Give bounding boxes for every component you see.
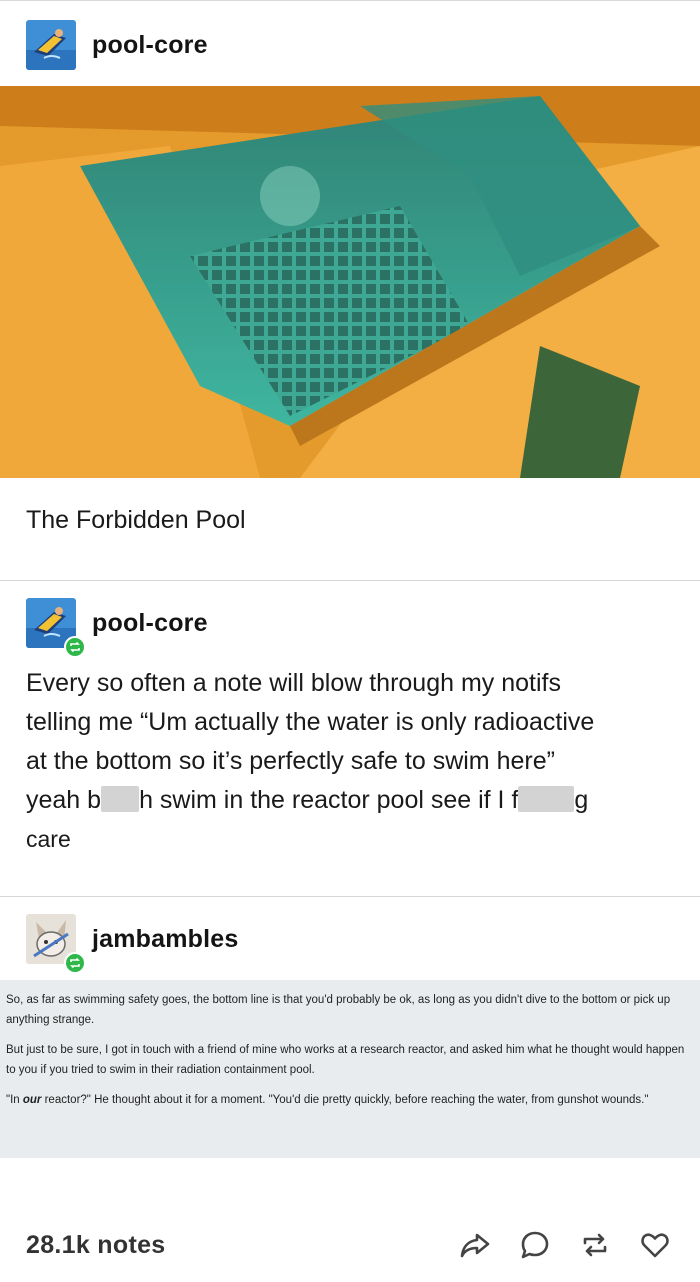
reblog-text-pool-core: Every so often a note will blow through … [26,664,676,859]
avatar-jambambles[interactable] [26,914,86,974]
text-line: care [26,826,71,852]
blog-name[interactable]: pool-core [92,31,208,60]
reblog-header-jambambles: jambambles [26,914,239,974]
divider [0,896,700,897]
reblog-badge-icon [64,636,86,658]
quote-paragraph: But just to be sure, I got in touch with… [6,1044,685,1076]
like-icon[interactable] [636,1226,674,1264]
reblog-icon[interactable] [576,1226,614,1264]
divider [0,580,700,581]
censor-block [101,786,140,812]
top-border [0,0,700,1]
quote-paragraph: So, as far as swimming safety goes, the … [6,994,671,1026]
text-fragment: reactor?" He thought about it for a mome… [41,1094,649,1106]
reactor-pool-photo [0,86,700,478]
avatar-pool-core[interactable] [26,20,76,70]
text-line: at the bottom so it’s perfectly safe to … [26,747,555,775]
quote-paragraph: "In our reactor?" He thought about it fo… [6,1090,692,1110]
reblog-header-pool-core: pool-core [26,598,208,658]
emphasis-text: our [22,1094,42,1106]
post-footer: 28.1k notes [26,1226,674,1264]
notes-count[interactable]: 28.1k notes [26,1231,165,1260]
blog-name[interactable]: jambambles [92,925,239,954]
text-fragment: "In [6,1094,23,1106]
text-line: Every so often a note will blow through … [26,669,561,697]
avatar-pool-core[interactable] [26,598,86,658]
text-fragment: h swim in the reactor pool see if I f [139,786,519,814]
censor-block [518,786,575,812]
quoted-post: So, as far as swimming safety goes, the … [0,980,700,1158]
text-line: telling me “Um actually the water is onl… [26,708,595,736]
text-fragment: g [574,786,589,814]
text-fragment: yeah b [26,786,102,814]
reply-icon[interactable] [516,1226,554,1264]
post-actions [456,1226,674,1264]
text-line: yeah b h swim in the reactor pool see if … [26,781,676,820]
blog-name[interactable]: pool-core [92,609,208,638]
reblog-badge-icon [64,952,86,974]
post-caption: The Forbidden Pool [26,506,246,534]
post-header: pool-core [26,20,208,70]
share-icon[interactable] [456,1226,494,1264]
